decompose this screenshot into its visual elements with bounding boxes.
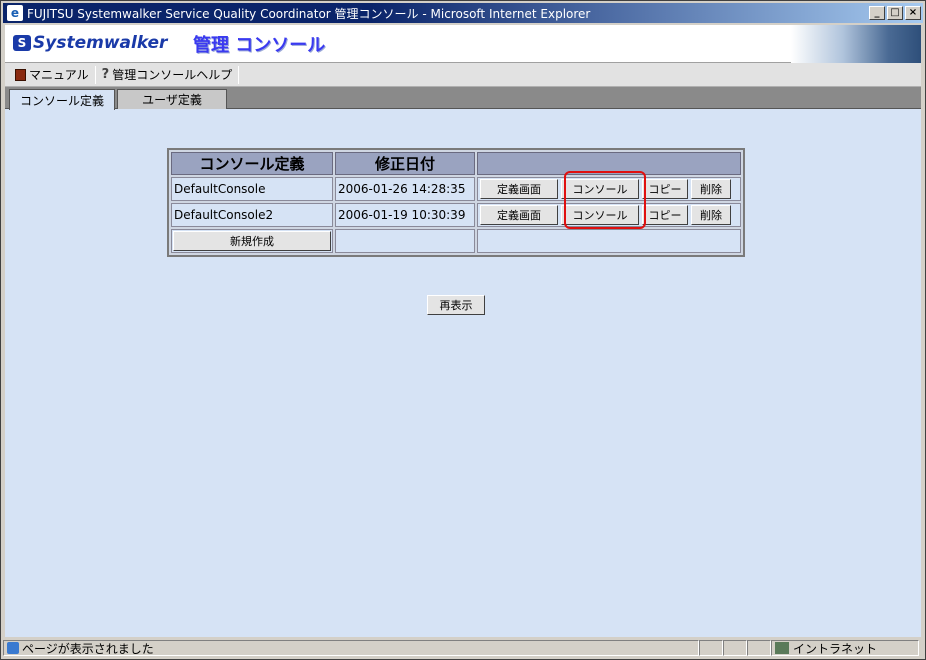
help-icon: ? xyxy=(101,67,110,82)
logo-text: Systemwalker xyxy=(33,33,168,53)
logo-mark-icon: S xyxy=(13,35,31,51)
systemwalker-logo: S Systemwalker xyxy=(13,33,167,53)
modified-date-cell: 2006-01-19 10:30:39 xyxy=(335,203,475,227)
column-header-console: コンソール定義 xyxy=(171,152,333,175)
table-row: 新規作成 xyxy=(171,229,741,253)
column-header-date: 修正日付 xyxy=(335,152,475,175)
modified-date-cell: 2006-01-26 14:28:35 xyxy=(335,177,475,201)
console-button[interactable]: コンソール xyxy=(561,179,639,199)
page-title: 管理 コンソール xyxy=(193,35,326,56)
actions-cell: 定義画面 コンソール コピー 削除 xyxy=(477,203,741,227)
define-screen-button[interactable]: 定義画面 xyxy=(480,205,558,225)
tab-user-definition[interactable]: ユーザ定義 xyxy=(117,89,227,109)
page-header: S Systemwalker 管理 コンソール xyxy=(5,25,921,63)
menu-separator xyxy=(238,65,240,84)
window-title: FUJITSU Systemwalker Service Quality Coo… xyxy=(27,6,591,21)
column-header-actions xyxy=(477,152,741,175)
menu-item-label: マニュアル xyxy=(29,68,89,82)
tab-bar: コンソール定義 ユーザ定義 xyxy=(5,87,921,110)
minimize-button[interactable]: _ xyxy=(869,6,885,20)
new-create-button[interactable]: 新規作成 xyxy=(173,231,331,251)
maximize-button[interactable]: □ xyxy=(887,6,903,20)
status-text: ページが表示されました xyxy=(22,641,154,656)
console-definition-table: コンソール定義 修正日付 DefaultConsole 2006-01-26 1… xyxy=(167,148,745,257)
menu-bar: マニュアル ? 管理コンソールヘルプ xyxy=(5,63,921,87)
empty-cell xyxy=(477,229,741,253)
menu-item-help[interactable]: ? 管理コンソールヘルプ xyxy=(96,66,239,83)
refresh-button[interactable]: 再表示 xyxy=(427,295,485,315)
actions-cell: 定義画面 コンソール コピー 削除 xyxy=(477,177,741,201)
empty-cell xyxy=(335,229,475,253)
menu-item-manual[interactable]: マニュアル xyxy=(9,66,95,83)
table-row: DefaultConsole2 2006-01-19 10:30:39 定義画面… xyxy=(171,203,741,227)
browser-window: e FUJITSU Systemwalker Service Quality C… xyxy=(0,0,926,660)
status-pane xyxy=(699,640,723,656)
intranet-icon xyxy=(775,642,789,654)
copy-button[interactable]: コピー xyxy=(642,205,688,225)
zone-text: イントラネット xyxy=(793,641,878,656)
delete-button[interactable]: 削除 xyxy=(691,205,731,225)
header-graphic xyxy=(791,25,921,63)
ie-icon: e xyxy=(7,5,23,21)
close-button[interactable]: × xyxy=(905,6,921,20)
status-pane xyxy=(747,640,771,656)
console-name-cell: DefaultConsole2 xyxy=(171,203,333,227)
console-button[interactable]: コンソール xyxy=(561,205,639,225)
define-screen-button[interactable]: 定義画面 xyxy=(480,179,558,199)
menu-item-label: 管理コンソールヘルプ xyxy=(112,68,233,82)
new-cell: 新規作成 xyxy=(171,229,333,253)
title-bar: e FUJITSU Systemwalker Service Quality C… xyxy=(3,3,923,23)
tab-console-definition[interactable]: コンソール定義 xyxy=(9,89,115,110)
page-done-icon xyxy=(7,642,19,654)
console-name-cell: DefaultConsole xyxy=(171,177,333,201)
delete-button[interactable]: 削除 xyxy=(691,179,731,199)
status-message: ページが表示されました xyxy=(3,640,699,656)
status-pane xyxy=(723,640,747,656)
book-icon xyxy=(15,68,26,81)
status-zone: イントラネット xyxy=(771,640,919,656)
copy-button[interactable]: コピー xyxy=(642,179,688,199)
page-content: S Systemwalker 管理 コンソール マニュアル ? 管理コンソールヘ… xyxy=(5,25,921,637)
status-bar: ページが表示されました イントラネット xyxy=(3,639,923,657)
table-row: DefaultConsole 2006-01-26 14:28:35 定義画面 … xyxy=(171,177,741,201)
